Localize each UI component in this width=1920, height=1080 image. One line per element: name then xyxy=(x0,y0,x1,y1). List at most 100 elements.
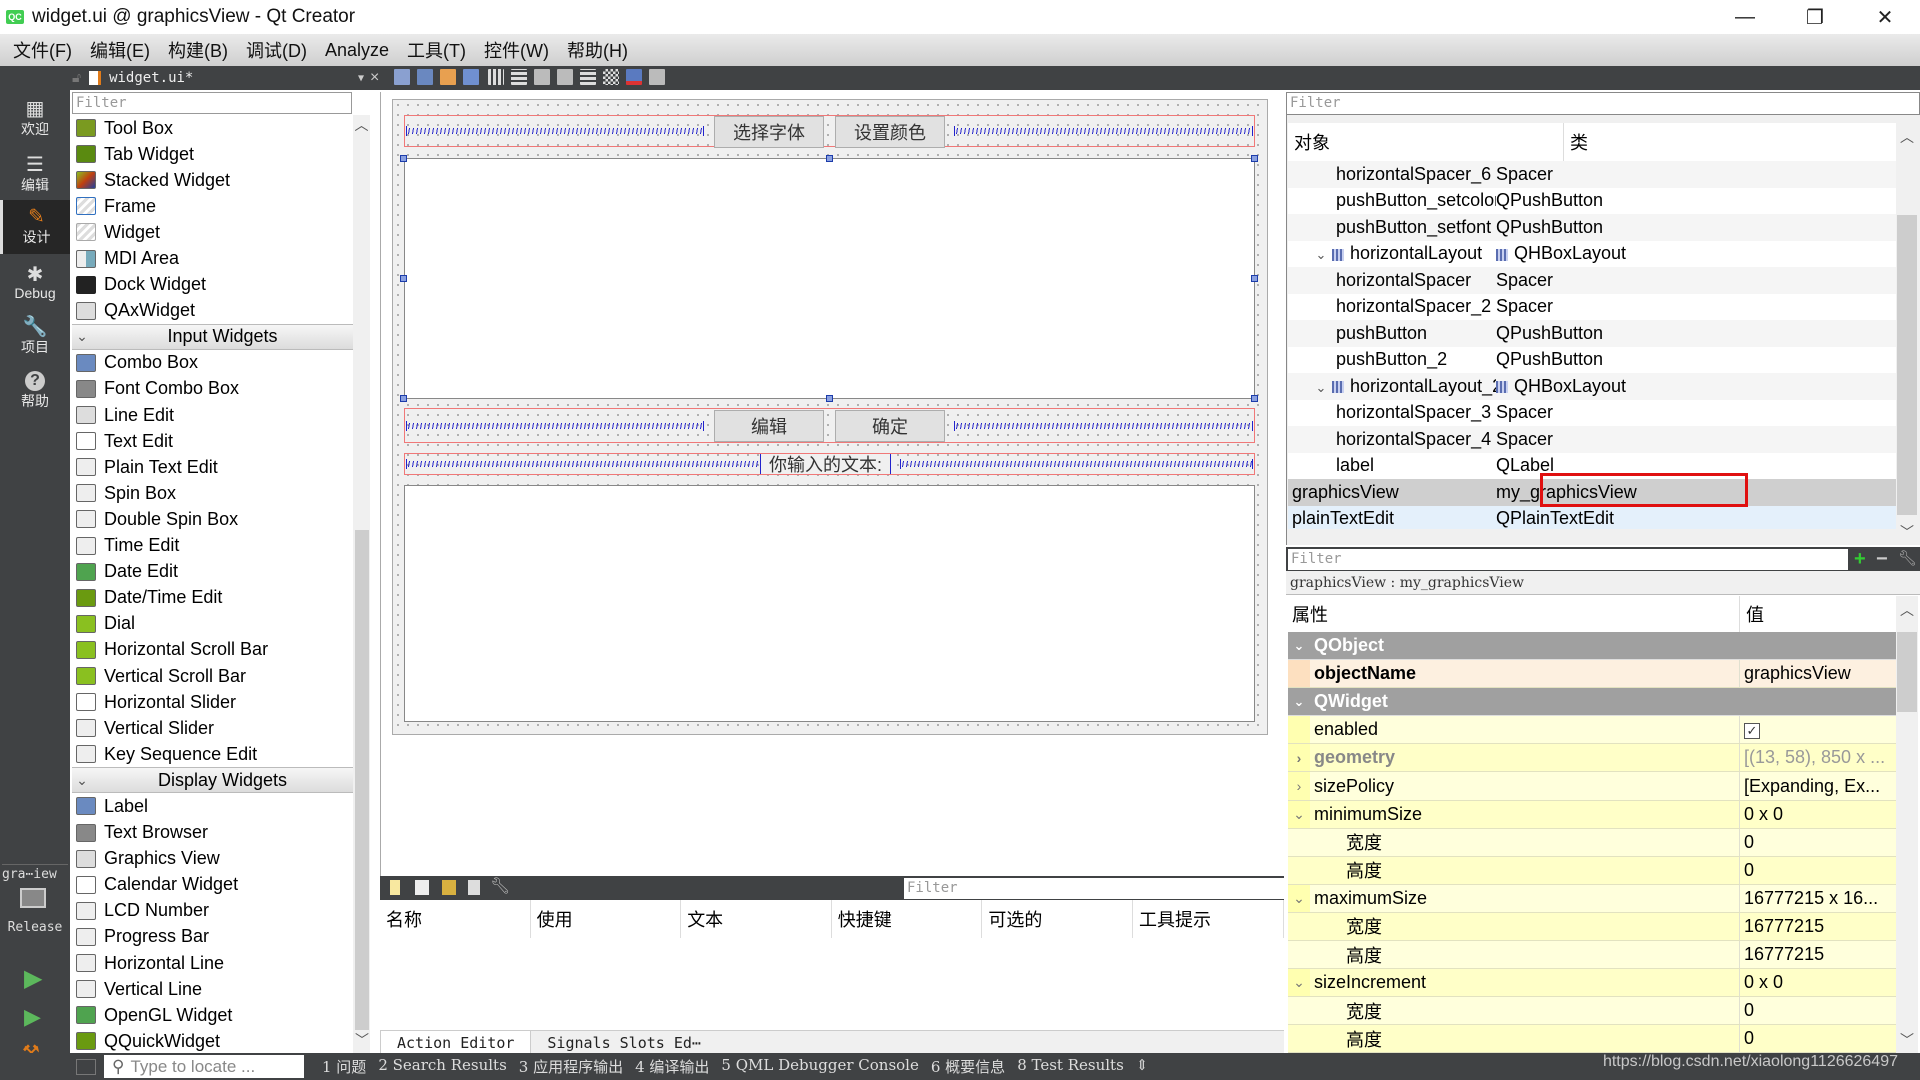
object-tree-row[interactable]: pushButton_setfont QPushButton xyxy=(1288,214,1896,241)
resize-handle[interactable] xyxy=(400,155,407,162)
adjust-size-icon[interactable] xyxy=(649,69,665,85)
edit-signals-slots-icon[interactable] xyxy=(417,69,433,85)
copy-action-icon[interactable] xyxy=(415,880,429,895)
chevron-right-icon[interactable]: › xyxy=(1288,744,1310,772)
layout-form-icon[interactable] xyxy=(580,69,596,85)
object-tree-row[interactable]: horizontalSpacer_4 Spacer xyxy=(1288,426,1896,453)
widget-item-opengl-widget[interactable]: OpenGL Widget xyxy=(72,1002,353,1028)
output-pane-button[interactable]: 2 Search Results xyxy=(372,1056,512,1077)
chevron-down-icon[interactable]: ⌄ xyxy=(1310,247,1332,263)
property-group[interactable]: ⌄ QObject xyxy=(1288,632,1896,661)
plain-text-edit[interactable] xyxy=(404,485,1255,722)
widget-item-text-edit[interactable]: Text Edit xyxy=(72,428,353,454)
chevron-down-icon[interactable]: ⌄ xyxy=(1288,969,1310,997)
widget-item-qquickwidget[interactable]: QQuickWidget xyxy=(72,1028,353,1053)
widget-item-vertical-slider[interactable]: Vertical Slider xyxy=(72,715,353,741)
scrollbar-thumb[interactable] xyxy=(355,530,369,1030)
chevron-right-icon[interactable]: › xyxy=(1288,772,1310,800)
resize-handle[interactable] xyxy=(826,155,833,162)
graphics-view[interactable] xyxy=(404,158,1255,399)
output-pane-button[interactable]: 4 编译输出 xyxy=(629,1056,715,1077)
object-tree-row[interactable]: ⌄ horizontalLayout QHBoxLayout xyxy=(1288,241,1896,268)
close-document-button[interactable]: × xyxy=(370,66,379,90)
build-config[interactable]: Release xyxy=(2,920,68,935)
toggle-sidebar-icon[interactable] xyxy=(76,1058,96,1075)
scroll-up-icon[interactable]: ︿ xyxy=(353,115,370,135)
property-row[interactable]: 宽度 0 xyxy=(1288,997,1896,1026)
property-row[interactable]: › sizePolicy [Expanding, Ex... xyxy=(1288,772,1896,801)
property-value[interactable]: [(13, 58), 850 x ... xyxy=(1744,747,1885,767)
mode-help[interactable]: ? 帮助 xyxy=(0,364,70,418)
mode-debug[interactable]: ✱ Debug xyxy=(0,256,70,310)
layout-grid-icon[interactable] xyxy=(603,69,619,85)
object-tree-row[interactable]: ⌄ horizontalLayout_2 QHBoxLayout xyxy=(1288,373,1896,400)
horizontal-spacer[interactable] xyxy=(954,421,1253,431)
widget-item-stacked-widget[interactable]: Stacked Widget xyxy=(72,167,353,193)
scroll-up-icon[interactable]: ︿ xyxy=(1896,127,1918,147)
ok-button[interactable]: 确定 xyxy=(835,410,945,442)
edit-button[interactable]: 编辑 xyxy=(714,410,824,442)
property-value[interactable]: 16777215 xyxy=(1744,916,1824,936)
add-property-icon[interactable]: + xyxy=(1854,547,1866,571)
widget-item-text-browser[interactable]: Text Browser xyxy=(72,820,353,846)
set-color-button[interactable]: 设置颜色 xyxy=(835,116,945,148)
widget-item-plain-text-edit[interactable]: Plain Text Edit xyxy=(72,454,353,480)
property-value[interactable]: graphicsView xyxy=(1744,663,1851,683)
resize-handle[interactable] xyxy=(1251,155,1258,162)
resize-handle[interactable] xyxy=(1251,395,1258,402)
widget-item-time-edit[interactable]: Time Edit xyxy=(72,533,353,559)
property-row[interactable]: 宽度 16777215 xyxy=(1288,912,1896,942)
property-value[interactable]: 0 x 0 xyxy=(1744,972,1783,992)
menu-help[interactable]: 帮助(H) xyxy=(558,37,637,63)
property-filter-input[interactable]: Filter xyxy=(1288,549,1848,570)
tab-signals-slots-editor[interactable]: Signals Slots Ed⋯ xyxy=(531,1031,717,1055)
property-value[interactable]: 0 xyxy=(1744,1000,1754,1020)
widget-item-vertical-scroll-bar[interactable]: Vertical Scroll Bar xyxy=(72,663,353,689)
column-tooltip[interactable]: 工具提示 xyxy=(1133,900,1284,938)
resize-handle[interactable] xyxy=(1251,275,1258,282)
property-row[interactable]: 高度 0 xyxy=(1288,1025,1896,1053)
input-text-label[interactable]: 你输入的文本: xyxy=(760,454,892,475)
property-value[interactable]: 16777215 x 16... xyxy=(1744,888,1878,908)
widget-item-graphics-view[interactable]: Graphics View xyxy=(72,846,353,872)
menu-widgets[interactable]: 控件(W) xyxy=(475,37,558,63)
property-row[interactable]: › geometry [(13, 58), 850 x ... xyxy=(1288,744,1896,773)
output-pane-button[interactable]: 3 应用程序输出 xyxy=(513,1056,629,1077)
edit-widgets-icon[interactable] xyxy=(394,69,410,85)
object-tree-row[interactable]: pushButton_setcolor QPushButton xyxy=(1288,188,1896,215)
chevron-down-icon[interactable]: ⌄ xyxy=(1310,380,1332,396)
menu-tools[interactable]: 工具(T) xyxy=(398,37,475,63)
menu-edit[interactable]: 编辑(E) xyxy=(81,37,159,63)
object-tree-row[interactable]: plainTextEdit QPlainTextEdit xyxy=(1288,505,1896,529)
property-value[interactable]: 0 xyxy=(1744,832,1754,852)
scroll-down-icon[interactable]: ﹀ xyxy=(355,1030,369,1050)
widget-item-mdi-area[interactable]: MDI Area xyxy=(72,245,353,271)
locator-input[interactable]: ⚲ Type to locate ... xyxy=(104,1055,304,1078)
object-tree-row[interactable]: horizontalSpacer Spacer xyxy=(1288,267,1896,294)
layout-vertical-icon[interactable] xyxy=(511,69,527,85)
enabled-checkbox[interactable]: ✓ xyxy=(1744,723,1760,740)
property-row[interactable]: enabled ✓ xyxy=(1288,716,1896,745)
close-window-button[interactable]: ✕ xyxy=(1850,0,1920,34)
category-input-widgets[interactable]: ⌄ Input Widgets xyxy=(72,323,353,350)
widget-item-widget[interactable]: Widget xyxy=(72,219,353,245)
property-value[interactable]: [Expanding, Ex... xyxy=(1744,776,1880,796)
horizontal-spacer[interactable] xyxy=(900,459,1253,469)
widget-item-qaxwidget[interactable]: QAxWidget xyxy=(72,298,353,324)
widget-item-vertical-line[interactable]: Vertical Line xyxy=(72,976,353,1002)
widget-item-date-edit[interactable]: Date Edit xyxy=(72,559,353,585)
scroll-down-icon[interactable]: ﹀ xyxy=(1900,1030,1914,1050)
edit-buddies-icon[interactable] xyxy=(440,69,456,85)
widget-item-double-spin-box[interactable]: Double Spin Box xyxy=(72,506,353,532)
minimize-button[interactable]: — xyxy=(1710,0,1780,34)
widget-item-calendar-widget[interactable]: Calendar Widget xyxy=(72,872,353,898)
widget-item-dial[interactable]: Dial xyxy=(72,611,353,637)
widget-item-spin-box[interactable]: Spin Box xyxy=(72,480,353,506)
property-value[interactable]: 16777215 xyxy=(1744,944,1824,964)
widget-item-frame[interactable]: Frame xyxy=(72,193,353,219)
remove-property-icon[interactable]: − xyxy=(1876,547,1888,571)
output-pane-button[interactable]: 1 问题 xyxy=(316,1056,372,1077)
object-tree-row[interactable]: horizontalSpacer_6 Spacer xyxy=(1288,161,1896,188)
column-used[interactable]: 使用 xyxy=(531,900,682,938)
kit-project-name[interactable]: gra⋯iew xyxy=(2,864,68,882)
